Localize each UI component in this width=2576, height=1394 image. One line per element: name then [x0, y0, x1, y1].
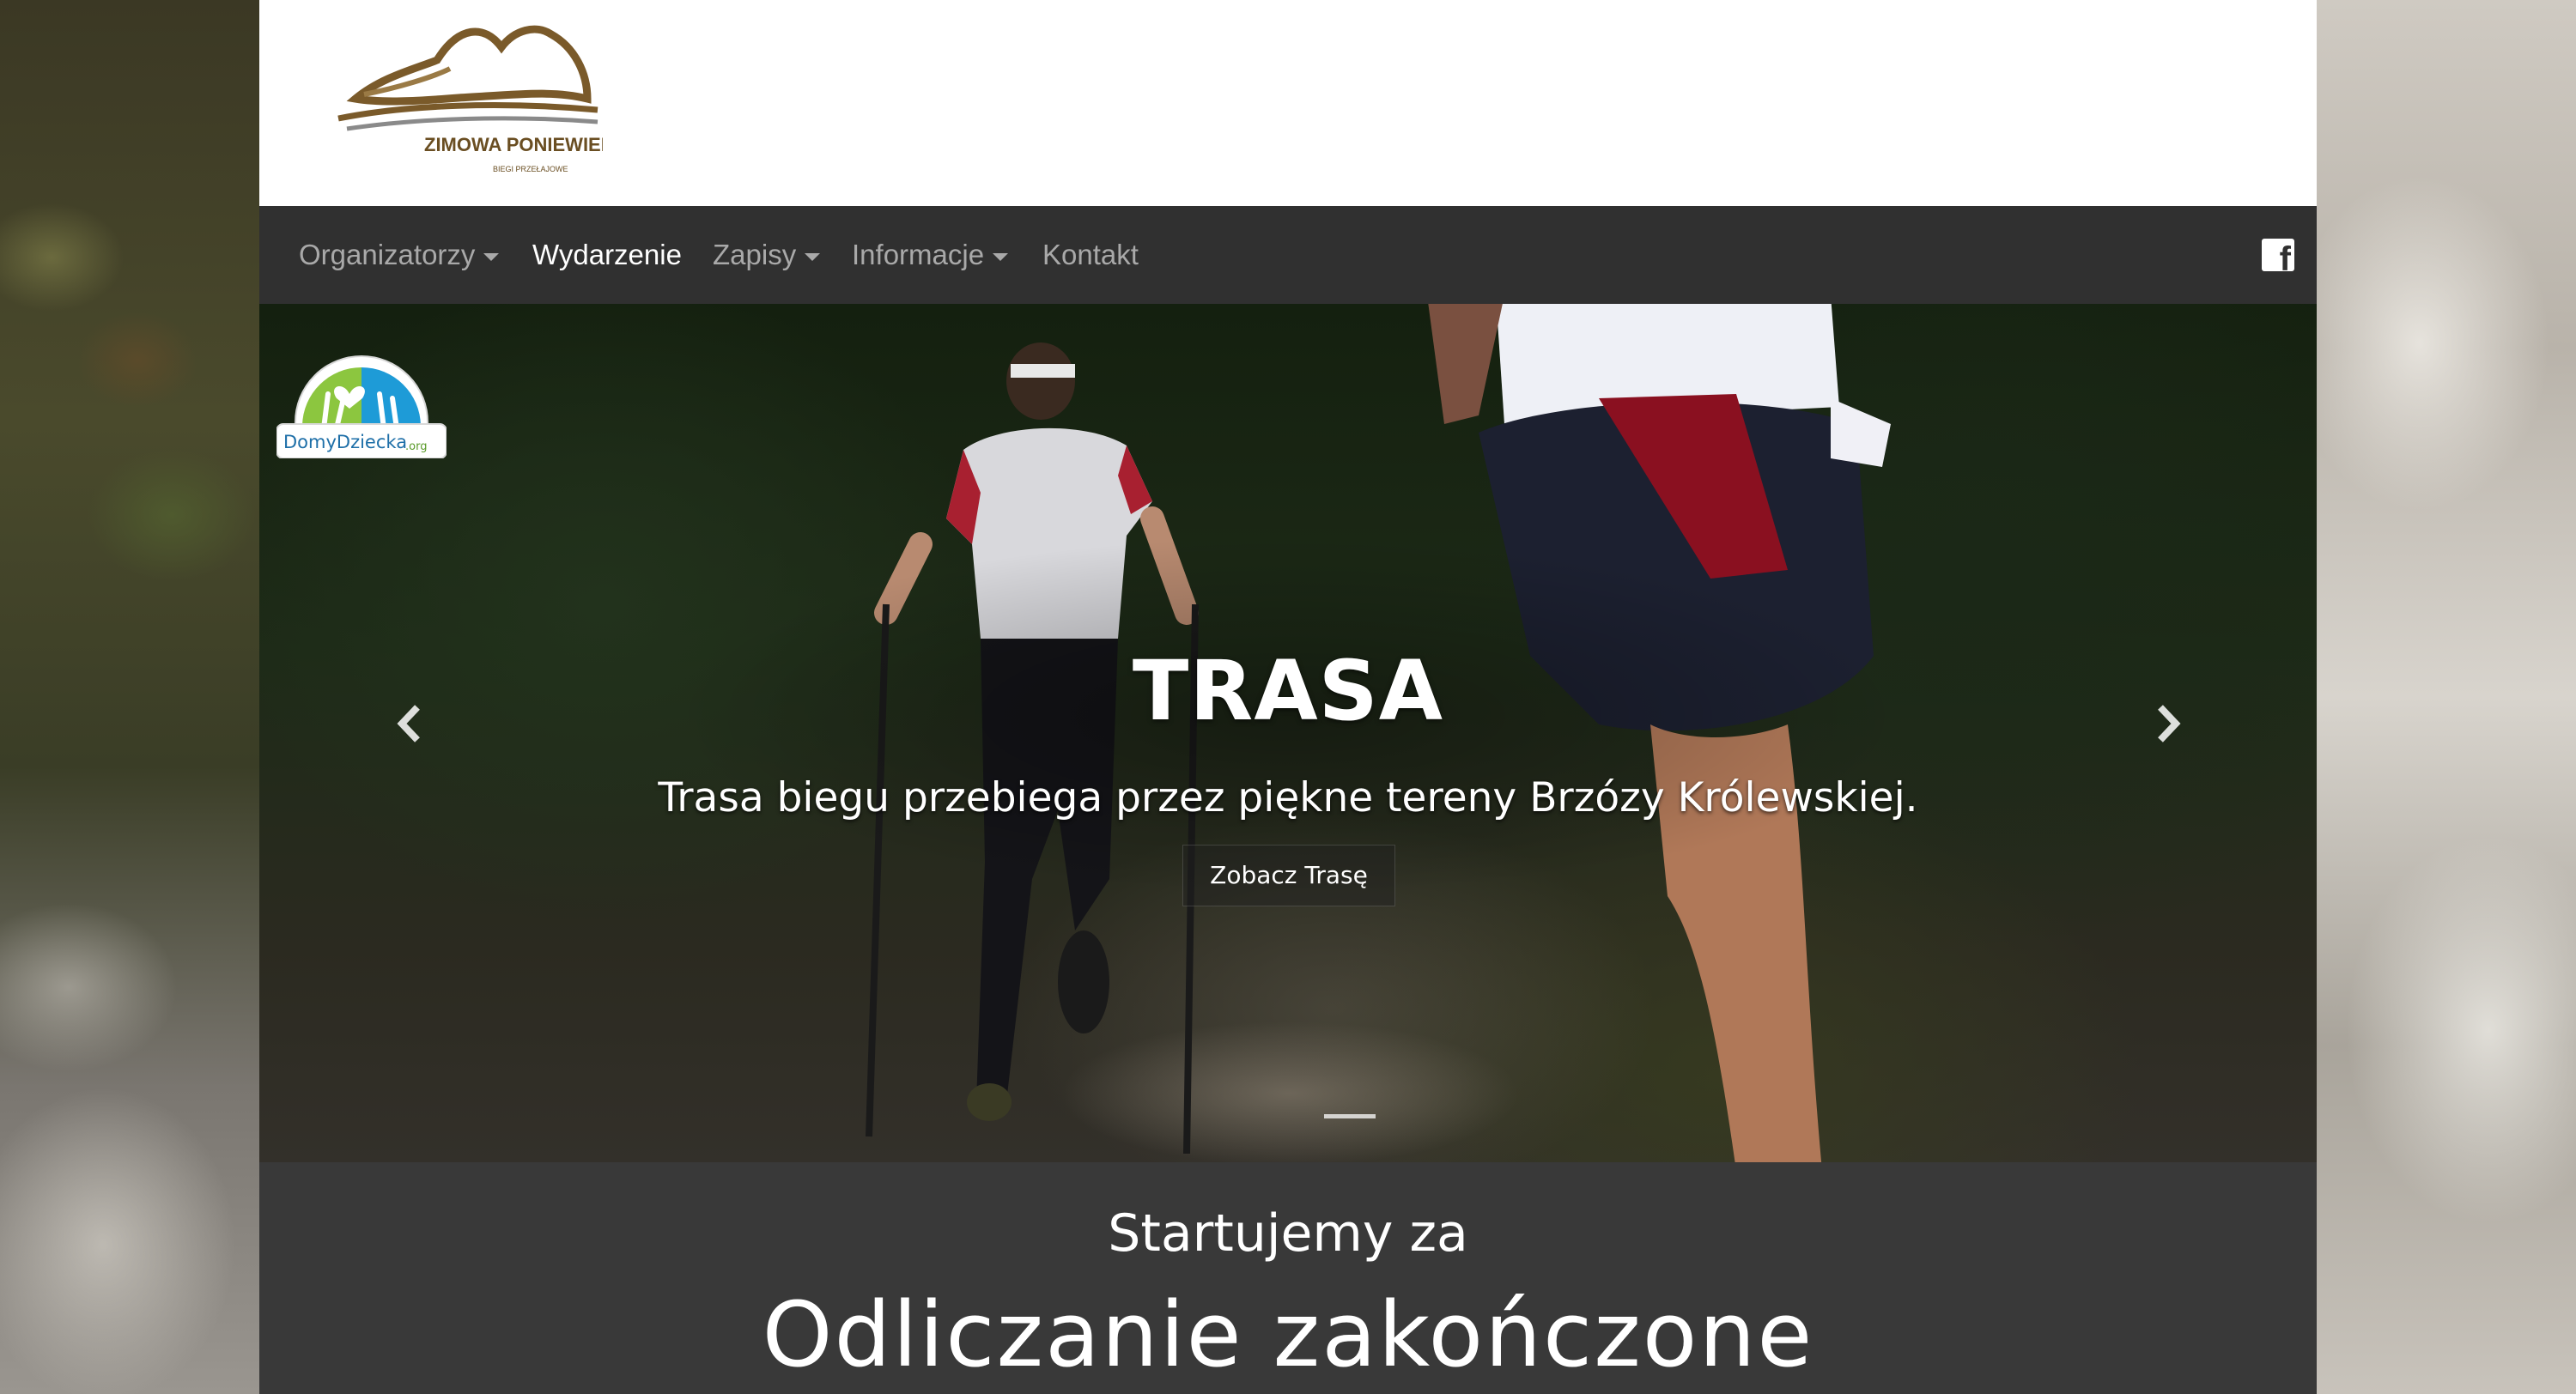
- nav-item-informacje[interactable]: Informacje: [852, 206, 1009, 304]
- countdown-section: Startujemy za Odliczanie zakończone: [259, 1162, 2317, 1394]
- nav-item-wydarzenie[interactable]: Wydarzenie: [532, 206, 682, 304]
- site-logo[interactable]: ZIMOWA PONIEWIERKA BIEGI PRZEŁAJOWE: [330, 9, 642, 189]
- nav-item-label: Wydarzenie: [532, 239, 682, 270]
- caret-down-icon: [483, 252, 500, 261]
- hero-title: TRASA: [1132, 643, 1444, 739]
- hero-subtitle: Trasa biegu przebiega przez piękne teren…: [658, 774, 1918, 821]
- page-container: ZIMOWA PONIEWIERKA BIEGI PRZEŁAJOWE Orga…: [259, 0, 2317, 1394]
- facebook-icon[interactable]: f: [2262, 239, 2294, 276]
- main-navbar: Organizatorzy Wydarzenie Zapisy Informac…: [259, 206, 2317, 304]
- carousel-indicator[interactable]: [1324, 1114, 1376, 1118]
- mountain-logo-icon: ZIMOWA PONIEWIERKA BIEGI PRZEŁAJOWE: [337, 25, 642, 173]
- site-header: ZIMOWA PONIEWIERKA BIEGI PRZEŁAJOWE: [259, 0, 2317, 206]
- domydziecka-badge[interactable]: DomyDziecka .org: [276, 347, 447, 459]
- page-background-forest: [0, 0, 259, 1394]
- svg-text:DomyDziecka: DomyDziecka: [283, 432, 407, 452]
- countdown-status: Odliczanie zakończone: [762, 1282, 1814, 1387]
- countdown-label: Startujemy za: [1108, 1203, 1468, 1264]
- svg-text:ZIMOWA PONIEWIERKA: ZIMOWA PONIEWIERKA: [424, 134, 603, 155]
- caret-down-icon: [993, 252, 1009, 261]
- hero-carousel: DomyDziecka .org TRASA Trasa biegu przeb…: [259, 304, 2317, 1162]
- nav-item-label: Kontakt: [1042, 239, 1139, 270]
- hands-heart-icon: DomyDziecka .org: [276, 355, 447, 459]
- nav-item-organizatorzy[interactable]: Organizatorzy: [299, 206, 500, 304]
- nav-item-label: Organizatorzy: [299, 239, 476, 270]
- svg-text:.org: .org: [405, 440, 427, 453]
- caret-down-icon: [805, 252, 821, 261]
- see-route-button[interactable]: Zobacz Trasę: [1182, 845, 1395, 906]
- nav-item-zapisy[interactable]: Zapisy: [713, 206, 821, 304]
- nav-item-label: Informacje: [852, 239, 985, 270]
- nav-item-kontakt[interactable]: Kontakt: [1042, 206, 1139, 304]
- page-background-fog: [2317, 0, 2576, 1394]
- svg-text:BIEGI PRZEŁAJOWE: BIEGI PRZEŁAJOWE: [493, 165, 568, 173]
- nav-item-label: Zapisy: [713, 239, 797, 270]
